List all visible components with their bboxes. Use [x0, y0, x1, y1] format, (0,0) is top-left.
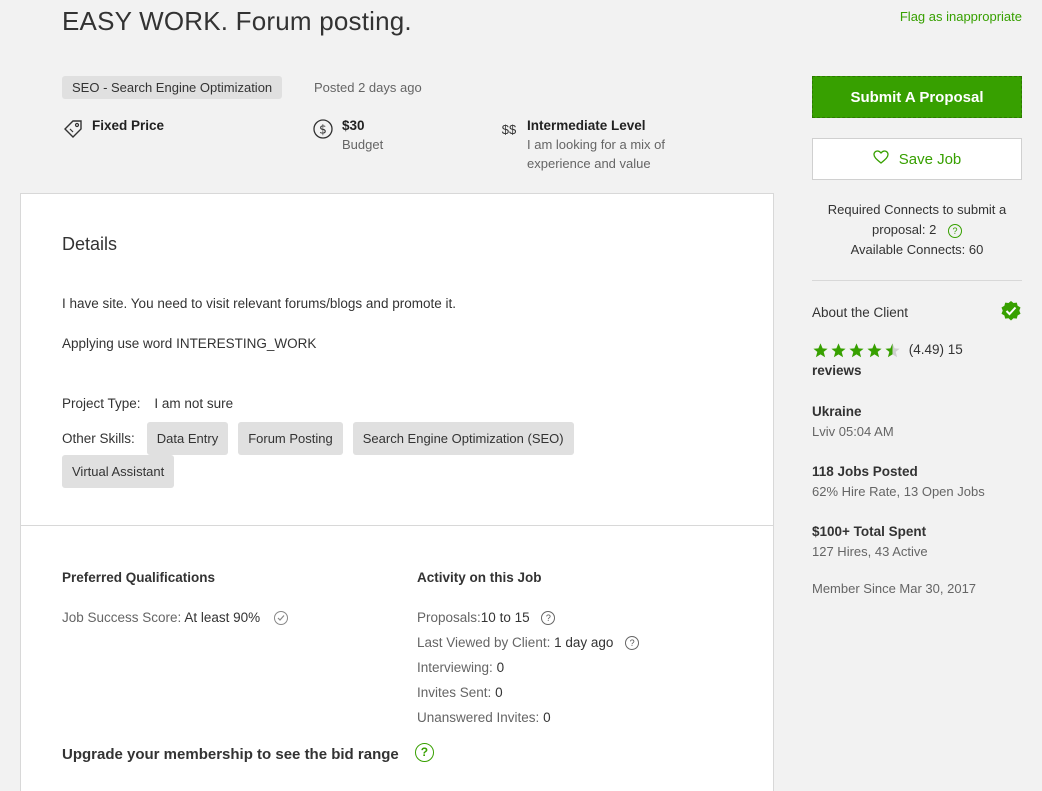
submit-proposal-button[interactable]: Submit A Proposal: [812, 76, 1022, 118]
experience-desc-2: experience and value: [527, 156, 651, 171]
connects-line-3: Available Connects: 60: [850, 242, 984, 257]
unanswered-invites-label: Unanswered Invites:: [417, 710, 540, 725]
invites-sent-label: Invites Sent:: [417, 685, 492, 700]
last-viewed-value: 1 day ago: [554, 635, 614, 650]
other-skills-label: Other Skills:: [62, 431, 135, 446]
help-icon[interactable]: ?: [947, 223, 962, 238]
star-icon: [813, 343, 828, 358]
budget-label: Budget: [342, 137, 384, 152]
star-icon: [831, 343, 846, 358]
save-job-button[interactable]: Save Job: [812, 138, 1022, 180]
proposals-row: Proposals:10 to 15 ?: [417, 610, 556, 626]
experience-desc-1: I am looking for a mix of: [527, 137, 665, 152]
jss-label: Job Success Score:: [62, 610, 182, 625]
hires-active: 127 Hires, 43 Active: [812, 544, 928, 559]
budget-item: $ $30 Budget: [312, 118, 383, 154]
hire-rate: 62% Hire Rate, 13 Open Jobs: [812, 484, 985, 499]
rating-text: (4.49) 15: [908, 342, 963, 357]
star-half-icon: [885, 343, 900, 358]
interviewing-label: Interviewing:: [417, 660, 493, 675]
proposals-value: 10 to 15: [480, 610, 530, 625]
about-client-heading: About the Client: [812, 305, 909, 320]
price-tag-icon: [62, 118, 84, 140]
help-icon[interactable]: ?: [541, 611, 556, 626]
reviews-text: reviews: [812, 363, 862, 378]
upgrade-text: Upgrade your membership to see the bid r…: [62, 746, 399, 763]
job-title: EASY WORK. Forum posting.: [62, 6, 412, 36]
unanswered-invites-value: 0: [543, 710, 551, 725]
total-spent: $100+ Total Spent: [812, 524, 927, 539]
project-type-row: Project Type: I am not sure: [62, 396, 233, 411]
skill-tag[interactable]: Forum Posting: [238, 422, 343, 455]
last-viewed-label: Last Viewed by Client:: [417, 635, 551, 650]
project-type-label: Project Type:: [62, 396, 141, 411]
other-skills-row: Other Skills: Data Entry Forum Posting Sear…: [62, 422, 742, 488]
star-icon: [849, 343, 864, 358]
invites-sent-row: Invites Sent: 0: [417, 685, 503, 700]
client-local-time: Lviv 05:04 AM: [812, 424, 894, 439]
sidebar-divider: [812, 280, 1022, 281]
section-divider: [21, 525, 773, 526]
client-rating: (4.49) 15 reviews: [812, 339, 1022, 381]
client-country: Ukraine: [812, 404, 862, 419]
experience-level-item: $$ Intermediate Level I am looking for a…: [499, 118, 665, 173]
unanswered-invites-row: Unanswered Invites: 0: [417, 710, 551, 725]
client-location: Ukraine Lviv 05:04 AM: [812, 402, 894, 442]
connects-line-1: Required Connects to submit a: [827, 202, 1007, 217]
job-success-score-row: Job Success Score: At least 90%: [62, 610, 288, 626]
preferred-qualifications-heading: Preferred Qualifications: [62, 570, 216, 585]
skill-tag[interactable]: Search Engine Optimization (SEO): [352, 422, 574, 455]
price-type-item: Fixed Price: [62, 118, 164, 140]
proposals-label: Proposals:: [417, 610, 481, 625]
invites-sent-value: 0: [495, 685, 503, 700]
connects-line-2: proposal: 2: [872, 222, 937, 237]
skill-tag[interactable]: Data Entry: [146, 422, 229, 455]
activity-heading: Activity on this Job: [417, 570, 542, 585]
budget-value: $30: [342, 118, 365, 133]
price-type: Fixed Price: [92, 118, 165, 133]
details-heading: Details: [62, 234, 118, 254]
about-client-row: About the Client: [812, 300, 1022, 325]
project-type-value: I am not sure: [154, 396, 234, 411]
job-description-2: Applying use word INTERESTING_WORK: [62, 336, 317, 351]
interviewing-row: Interviewing: 0: [417, 660, 504, 675]
last-viewed-row: Last Viewed by Client: 1 day ago ?: [417, 635, 640, 651]
connects-info: Required Connects to submit a proposal: …: [812, 200, 1022, 260]
rating-stars: [812, 342, 901, 359]
check-circle-icon: [273, 611, 288, 626]
verified-check-icon: [1000, 300, 1022, 325]
dollar-dollar-icon: $$: [501, 121, 517, 137]
category-tag[interactable]: SEO - Search Engine Optimization: [62, 76, 283, 99]
member-since: Member Since Mar 30, 2017: [812, 581, 977, 596]
client-jobs: 118 Jobs Posted 62% Hire Rate, 13 Open J…: [812, 462, 985, 502]
job-details-panel: Details I have site. You need to visit r…: [20, 193, 774, 791]
heart-icon: [873, 150, 889, 168]
interviewing-value: 0: [496, 660, 505, 675]
dollar-circle-icon: $: [312, 118, 334, 140]
client-spending: $100+ Total Spent 127 Hires, 43 Active: [812, 522, 928, 562]
posted-time: Posted 2 days ago: [314, 80, 422, 95]
connects-line-2-row: proposal: 2 ?: [812, 220, 1022, 240]
jss-value: At least 90%: [184, 610, 261, 625]
skill-tag[interactable]: Virtual Assistant: [62, 455, 175, 488]
help-icon[interactable]: ?: [414, 742, 434, 762]
experience-level: Intermediate Level: [527, 118, 646, 133]
job-description-1: I have site. You need to visit relevant …: [62, 296, 456, 311]
svg-text:$: $: [319, 123, 327, 137]
help-icon[interactable]: ?: [625, 636, 640, 651]
star-icon: [867, 343, 882, 358]
jobs-posted: 118 Jobs Posted: [812, 464, 918, 479]
flag-inappropriate-link[interactable]: Flag as inappropriate: [900, 9, 1022, 24]
upgrade-row: Upgrade your membership to see the bid r…: [62, 742, 434, 763]
save-job-label: Save Job: [898, 150, 962, 168]
